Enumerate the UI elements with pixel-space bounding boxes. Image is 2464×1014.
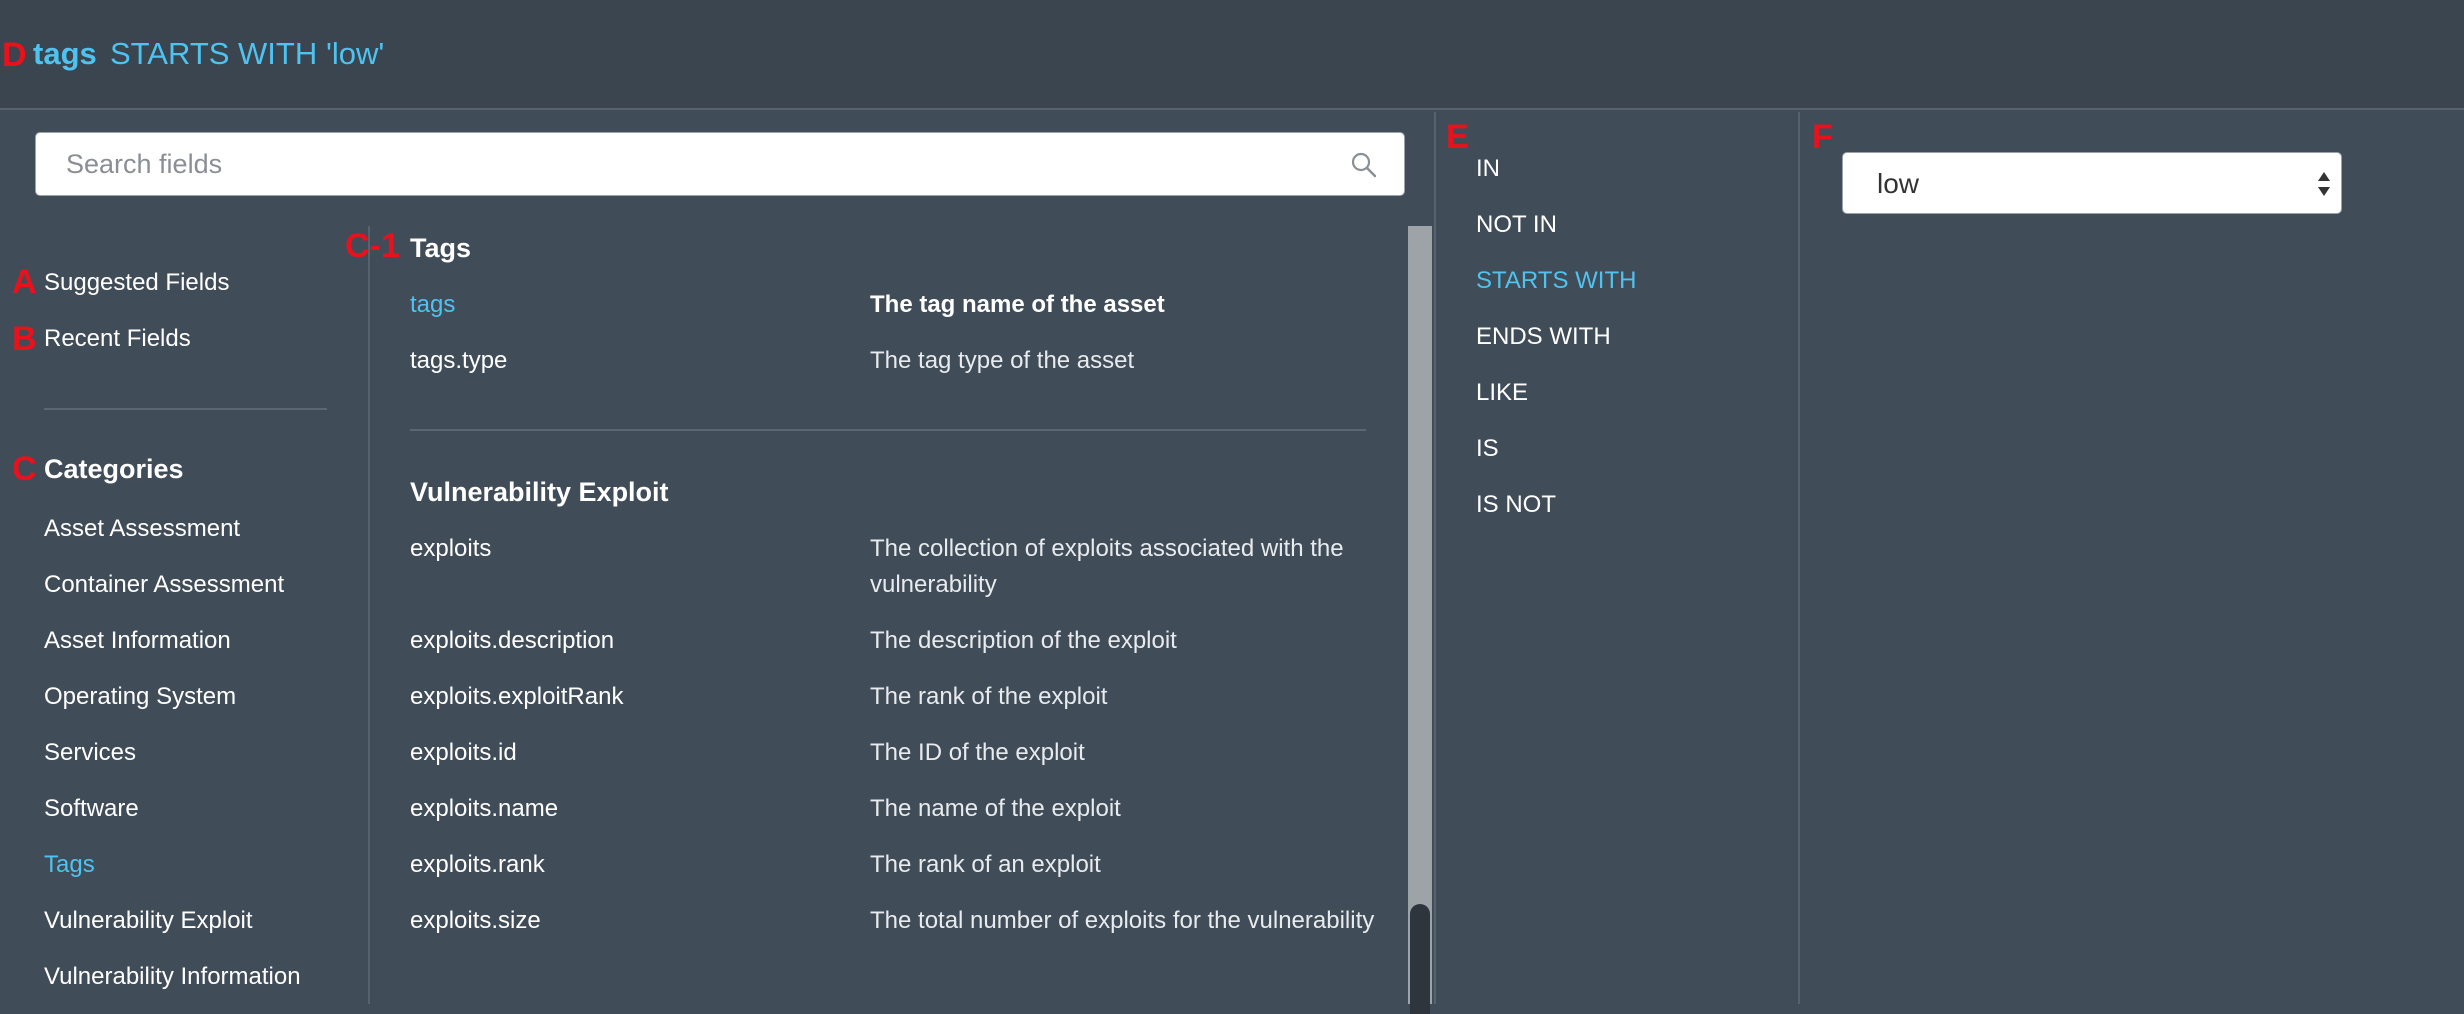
category-vulnerability-information[interactable]: Vulnerability Information bbox=[44, 962, 301, 992]
field-exploits-id[interactable]: exploits.id bbox=[410, 736, 517, 770]
category-operating-system[interactable]: Operating System bbox=[44, 682, 236, 712]
value-select[interactable]: low bbox=[1842, 152, 2342, 214]
query-bar: tags STARTS WITH 'low' bbox=[0, 0, 2464, 110]
search-input[interactable] bbox=[66, 133, 1316, 195]
value-pane: low bbox=[1800, 112, 2464, 1004]
operator-not-in[interactable]: NOT IN bbox=[1476, 210, 1557, 240]
left-nav: Suggested Fields Recent Fields Categorie… bbox=[0, 226, 370, 1004]
query-operator[interactable]: STARTS WITH bbox=[110, 36, 317, 72]
query-field[interactable]: tags bbox=[33, 36, 97, 72]
field-description: The tag name of the asset bbox=[870, 291, 1165, 318]
field-description: The total number of exploits for the vul… bbox=[870, 907, 1375, 934]
operators-pane: IN NOT IN STARTS WITH ENDS WITH LIKE IS … bbox=[1434, 112, 1800, 1004]
field-exploits[interactable]: exploits bbox=[410, 532, 491, 566]
categories-heading: Categories bbox=[44, 454, 184, 484]
operator-is-not[interactable]: IS NOT bbox=[1476, 490, 1556, 520]
nav-recent-fields[interactable]: Recent Fields bbox=[44, 324, 191, 354]
field-exploits-rank[interactable]: exploits.rank bbox=[410, 848, 545, 882]
field-tags[interactable]: tags bbox=[410, 288, 455, 322]
field-description: The tag type of the asset bbox=[870, 347, 1135, 374]
operator-in[interactable]: IN bbox=[1476, 154, 1500, 184]
annotation-label-a: A bbox=[12, 263, 37, 301]
search-area bbox=[2, 112, 1434, 226]
section-title-tags: Tags bbox=[410, 233, 472, 263]
category-asset-information[interactable]: Asset Information bbox=[44, 626, 231, 656]
section-divider bbox=[410, 429, 1366, 431]
annotation-label-c1: C-1 bbox=[345, 227, 400, 265]
category-asset-assessment[interactable]: Asset Assessment bbox=[44, 514, 240, 544]
category-software[interactable]: Software bbox=[44, 794, 139, 824]
field-description: The ID of the exploit bbox=[870, 739, 1085, 766]
field-list: Tags tags The tag name of the asset tags… bbox=[372, 226, 1406, 1004]
search-box[interactable] bbox=[35, 132, 1405, 196]
section-title-vulnerability-exploit: Vulnerability Exploit bbox=[410, 477, 669, 507]
field-exploits-name[interactable]: exploits.name bbox=[410, 792, 558, 826]
field-description: The name of the exploit bbox=[870, 795, 1121, 822]
field-exploits-exploitrank[interactable]: exploits.exploitRank bbox=[410, 680, 623, 714]
annotation-label-f: F bbox=[1812, 118, 1833, 156]
select-arrows-icon bbox=[2318, 172, 2330, 196]
annotation-label-d: D bbox=[2, 36, 27, 74]
category-services[interactable]: Services bbox=[44, 738, 136, 768]
nav-suggested-fields[interactable]: Suggested Fields bbox=[44, 268, 229, 298]
category-vulnerability-exploit[interactable]: Vulnerability Exploit bbox=[44, 906, 253, 936]
field-exploits-size[interactable]: exploits.size bbox=[410, 904, 541, 938]
field-description: The collection of exploits associated wi… bbox=[870, 535, 1344, 598]
operator-like[interactable]: LIKE bbox=[1476, 378, 1528, 408]
field-tags-type[interactable]: tags.type bbox=[410, 344, 507, 378]
annotation-label-b: B bbox=[12, 320, 37, 358]
field-description: The rank of an exploit bbox=[870, 851, 1101, 878]
category-tags[interactable]: Tags bbox=[44, 850, 95, 880]
field-exploits-description[interactable]: exploits.description bbox=[410, 624, 614, 658]
annotation-label-c: C bbox=[12, 450, 37, 488]
operator-ends-with[interactable]: ENDS WITH bbox=[1476, 322, 1611, 352]
search-icon[interactable] bbox=[1350, 151, 1378, 179]
query-value[interactable]: 'low' bbox=[326, 36, 384, 72]
field-description: The rank of the exploit bbox=[870, 683, 1108, 710]
nav-divider bbox=[44, 408, 327, 410]
category-container-assessment[interactable]: Container Assessment bbox=[44, 570, 284, 600]
scrollbar-thumb[interactable] bbox=[1410, 904, 1430, 1014]
value-select-text: low bbox=[1877, 168, 1920, 199]
field-description: The description of the exploit bbox=[870, 627, 1177, 654]
scrollbar-track[interactable] bbox=[1408, 226, 1432, 1004]
annotation-label-e: E bbox=[1446, 118, 1469, 156]
operator-starts-with[interactable]: STARTS WITH bbox=[1476, 266, 1636, 296]
operator-is[interactable]: IS bbox=[1476, 434, 1499, 464]
